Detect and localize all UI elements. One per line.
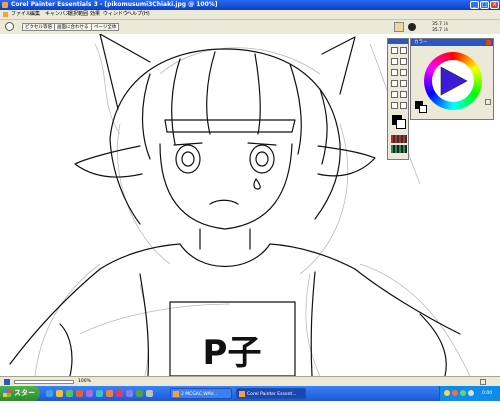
menu-edit[interactable]: 編集 bbox=[30, 10, 40, 19]
clock[interactable]: 0:00 bbox=[482, 386, 492, 401]
color-panel: カラー bbox=[410, 38, 494, 120]
menu-bar: ファイル 編集 キャンバス 選択範囲 効果 ウィンドウ ヘルプ(H) bbox=[0, 10, 500, 20]
tray-icon-4[interactable] bbox=[468, 390, 474, 396]
minimize-button[interactable]: _ bbox=[470, 1, 479, 9]
menu-canvas[interactable]: キャンバス bbox=[45, 10, 70, 19]
color-option-icon[interactable] bbox=[485, 99, 491, 105]
magic-wand-icon[interactable] bbox=[400, 91, 407, 98]
zoom-slider[interactable] bbox=[14, 380, 74, 384]
system-tray: 0:00 bbox=[439, 386, 500, 401]
menu-file[interactable]: ファイル bbox=[11, 10, 31, 19]
eraser-tool-icon[interactable] bbox=[391, 80, 398, 87]
brush-selector-icon[interactable] bbox=[394, 22, 404, 32]
hand-tool-icon[interactable] bbox=[400, 102, 407, 109]
quicklaunch-media-icon[interactable] bbox=[66, 390, 73, 397]
quicklaunch-app2-icon[interactable] bbox=[86, 390, 93, 397]
quicklaunch-app5-icon[interactable] bbox=[116, 390, 123, 397]
tray-icon-3[interactable] bbox=[460, 390, 466, 396]
shirt-name-text: P子 bbox=[203, 333, 262, 373]
additional-color-swatch[interactable] bbox=[396, 119, 406, 129]
crop-tool-icon[interactable] bbox=[391, 69, 398, 76]
quicklaunch-app7-icon[interactable] bbox=[136, 390, 143, 397]
brush-dab-icon[interactable] bbox=[408, 23, 416, 31]
taskbar-button-painter[interactable]: Corel Painter Essent... bbox=[236, 388, 306, 399]
fit-screen-button[interactable]: 画面に合わせる bbox=[54, 23, 92, 31]
quicklaunch-folder-icon[interactable] bbox=[56, 390, 63, 397]
audio-file-icon bbox=[173, 391, 179, 397]
quicklaunch-app4-icon[interactable] bbox=[106, 390, 113, 397]
quicklaunch-app8-icon[interactable] bbox=[146, 390, 153, 397]
saturation-value-triangle[interactable] bbox=[437, 65, 469, 97]
window-title: Corel Painter Essentials 3 - [pikomusumi… bbox=[11, 1, 218, 8]
color-panel-header[interactable]: カラー bbox=[411, 39, 493, 46]
maximize-button[interactable]: □ bbox=[480, 1, 489, 9]
scroll-corner[interactable] bbox=[480, 379, 486, 385]
app-icon[interactable] bbox=[2, 2, 8, 8]
navigator-icon[interactable] bbox=[4, 379, 10, 385]
tray-icon-1[interactable] bbox=[444, 390, 450, 396]
lasso-tool-icon[interactable] bbox=[400, 69, 407, 76]
tool-option-icon[interactable] bbox=[5, 22, 14, 31]
taskbar: スタート 2 MCGAC.WAV... Corel Painter Essent… bbox=[0, 386, 500, 412]
menu-help[interactable]: ヘルプ(H) bbox=[127, 10, 150, 19]
fit-pixels-button[interactable]: ピクセル等倍 bbox=[22, 23, 55, 31]
paper-selector-icon[interactable] bbox=[391, 135, 407, 143]
fill-tool-icon[interactable] bbox=[391, 91, 398, 98]
quicklaunch-app3-icon[interactable] bbox=[96, 390, 103, 397]
color-panel-title: カラー bbox=[414, 40, 428, 45]
menu-effects[interactable]: 効果 bbox=[90, 10, 100, 19]
windows-logo-icon bbox=[3, 389, 11, 397]
window-title-bar: Corel Painter Essentials 3 - [pikomusumi… bbox=[0, 0, 500, 10]
brush-property-bar: 35.7 ﾐﾙ 35.7 ﾐﾙ bbox=[390, 20, 500, 34]
color-panel-close-icon[interactable] bbox=[486, 40, 491, 45]
taskbar-button-wav[interactable]: 2 MCGAC.WAV... bbox=[170, 388, 232, 399]
taskbar-button-label: 2 MCGAC.WAV... bbox=[181, 392, 218, 397]
toolbox-header[interactable] bbox=[388, 39, 408, 44]
quicklaunch-ie-icon[interactable] bbox=[46, 390, 53, 397]
painter-app-icon bbox=[239, 391, 245, 397]
quicklaunch-app6-icon[interactable] bbox=[126, 390, 133, 397]
quicklaunch-app-icon[interactable] bbox=[76, 390, 83, 397]
close-button[interactable]: × bbox=[490, 1, 499, 9]
brush-tool-icon[interactable] bbox=[391, 47, 398, 54]
page-size-button[interactable]: ページ全体 bbox=[91, 23, 120, 31]
gradient-selector-icon[interactable] bbox=[391, 145, 407, 153]
toolbox-palette bbox=[387, 38, 409, 160]
taskbar-button-label: Corel Painter Essent... bbox=[247, 392, 297, 397]
opacity-label: 35.7 ﾐﾙ bbox=[432, 28, 448, 33]
tray-icon-2[interactable] bbox=[452, 390, 458, 396]
menu-select[interactable]: 選択範囲 bbox=[68, 10, 88, 19]
rectangle-select-icon[interactable] bbox=[391, 58, 398, 65]
text-tool-icon[interactable] bbox=[400, 47, 407, 54]
zoom-tool-icon[interactable] bbox=[391, 102, 398, 109]
document-icon[interactable] bbox=[3, 12, 8, 17]
start-button[interactable]: スタート bbox=[0, 386, 40, 412]
secondary-color-icon[interactable] bbox=[419, 105, 427, 113]
move-tool-icon[interactable] bbox=[400, 58, 407, 65]
menu-window[interactable]: ウィンドウ bbox=[103, 10, 128, 19]
dropper-tool-icon[interactable] bbox=[400, 80, 407, 87]
